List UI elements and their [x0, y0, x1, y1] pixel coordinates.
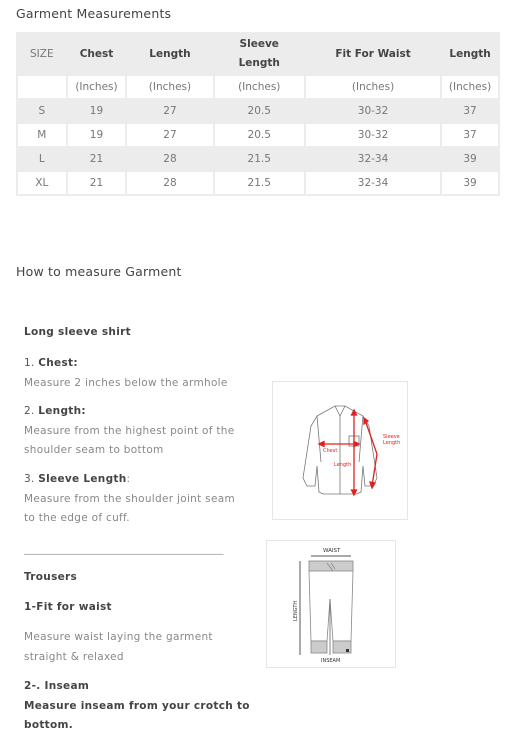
cell: 20.5	[214, 100, 304, 122]
diagram-label-waist: WAIST	[323, 548, 341, 554]
header-sleeve-length: Sleeve Length	[214, 34, 304, 74]
cell: 37	[442, 100, 498, 122]
diagram-label-chest: Chest	[323, 448, 337, 454]
cell: 28	[127, 172, 213, 194]
cell: 28	[127, 148, 213, 170]
diagram-label-sleeve-length: Length	[383, 440, 400, 446]
cell: 30-32	[305, 124, 441, 146]
unit-cell: (Inches)	[67, 76, 126, 98]
length-instruction: 2. Length: Measure from the highest poin…	[24, 405, 235, 456]
cell: 32-34	[305, 172, 441, 194]
header-length: Length	[127, 34, 213, 74]
unit-cell: (Inches)	[305, 76, 441, 98]
size-chart-table: SIZE Chest Length Sleeve Length Fit For …	[16, 32, 500, 196]
fit-for-waist-label: 1-Fit for waist	[24, 601, 112, 613]
header-chest: Chest	[67, 34, 126, 74]
trousers-heading: Trousers	[24, 571, 78, 583]
table-row: M 19 27 20.5 30-32 37	[18, 124, 498, 146]
header-fit-for-waist: Fit For Waist	[305, 34, 441, 74]
trousers-illustration: WAIST LENGTH INSEAM	[293, 548, 354, 664]
cell: S	[18, 100, 66, 122]
cell: M	[18, 124, 66, 146]
table-row: S 19 27 20.5 30-32 37	[18, 100, 498, 122]
cell: 19	[67, 124, 126, 146]
section-divider: ______________________________________	[24, 543, 224, 555]
unit-cell: (Inches)	[214, 76, 304, 98]
cell: 39	[442, 148, 498, 170]
shirt-illustration: Chest Length Sleeve Length	[302, 405, 400, 497]
cell: 32-34	[305, 148, 441, 170]
cell: 39	[442, 172, 498, 194]
cell: 21.5	[214, 172, 304, 194]
header-size: SIZE	[18, 34, 66, 74]
inseam-instruction: 2-. Inseam Measure inseam from your crot…	[24, 680, 250, 731]
header-length-2: Length	[442, 34, 498, 74]
cell: 21	[67, 148, 126, 170]
chest-instruction: 1. Chest: Measure 2 inches below the arm…	[24, 357, 228, 389]
unit-cell: (Inches)	[127, 76, 213, 98]
cell: 19	[67, 100, 126, 122]
sleeve-length-instruction: 3. Sleeve Length: Measure from the shoul…	[24, 473, 235, 524]
table-row: L 21 28 21.5 32-34 39	[18, 148, 498, 170]
table-row: XL 21 28 21.5 32-34 39	[18, 172, 498, 194]
cell: 27	[127, 124, 213, 146]
cell: 21	[67, 172, 126, 194]
cell: 37	[442, 124, 498, 146]
units-row: (Inches) (Inches) (Inches) (Inches) (Inc…	[18, 76, 498, 98]
shirt-heading: Long sleeve shirt	[24, 326, 131, 338]
cell: 30-32	[305, 100, 441, 122]
trousers-measurement-diagram: WAIST LENGTH INSEAM	[266, 540, 396, 668]
cell: 20.5	[214, 124, 304, 146]
cell: 21.5	[214, 148, 304, 170]
cell: XL	[18, 172, 66, 194]
unit-cell	[18, 76, 66, 98]
how-to-measure-title: How to measure Garment	[16, 264, 182, 279]
shirt-measurement-diagram: Chest Length Sleeve Length	[272, 381, 408, 520]
page-title: Garment Measurements	[16, 6, 172, 21]
fit-for-waist-desc: Measure waist laying the garment straigh…	[24, 631, 213, 663]
table-header-row: SIZE Chest Length Sleeve Length Fit For …	[18, 34, 498, 74]
diagram-label-length: LENGTH	[293, 601, 299, 621]
diagram-label-length: Length	[334, 462, 351, 468]
diagram-label-inseam: INSEAM	[321, 658, 340, 664]
cell: L	[18, 148, 66, 170]
cell: 27	[127, 100, 213, 122]
unit-cell: (Inches)	[442, 76, 498, 98]
